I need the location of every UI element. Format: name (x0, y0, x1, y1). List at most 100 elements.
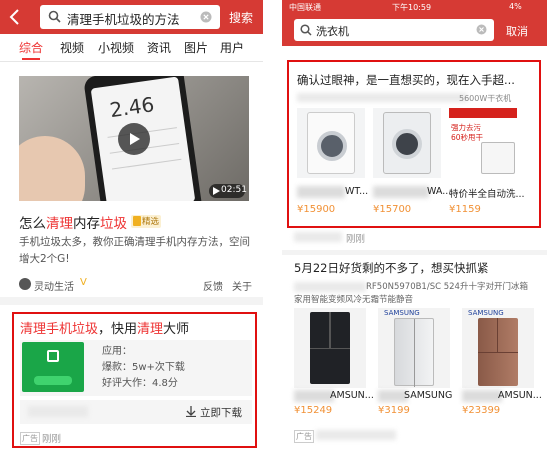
ad-tag: 广告 (20, 432, 40, 445)
product-name-tail: WT... (345, 186, 369, 197)
hot-downloads: 爆款：5w+次下载 (102, 362, 185, 373)
ad-app-panel: 应用： 爆款：5w+次下载 好评大作：4.8分 (20, 340, 252, 396)
tab-video[interactable]: 视频 (60, 39, 84, 56)
card-subtitle-tail: 5600W干衣机 (459, 94, 512, 103)
search-header: 清理手机垃圾的方法 搜索 (0, 0, 263, 34)
duration-badge: 02:51 (209, 184, 247, 198)
fridge-image-1[interactable] (294, 308, 366, 388)
download-button[interactable]: 立即下载 (200, 405, 242, 420)
app-rating: 好评大作：4.8分 (102, 378, 178, 389)
fridge-body (478, 318, 518, 386)
product-name: 特价半全自动洗... (449, 189, 525, 200)
brand-label: SAMSUNG (468, 309, 504, 317)
redacted-text (462, 390, 502, 402)
redacted-text (297, 186, 345, 198)
app-label: 应用： (102, 346, 132, 357)
back-chevron-icon[interactable] (8, 8, 20, 26)
app-thumbnail[interactable] (22, 342, 84, 392)
search-button[interactable]: 搜索 (229, 9, 253, 26)
product-name-tail: SAMSUNG (404, 390, 453, 401)
brand-label: SAMSUNG (384, 309, 420, 317)
search-query-text: 洗衣机 (316, 25, 349, 38)
tab-images[interactable]: 图片 (184, 39, 208, 56)
search-input[interactable]: 清理手机垃圾的方法 (40, 5, 220, 29)
card-title[interactable]: 确认过眼神，是一直想买的，现在入手超... (297, 72, 515, 88)
header: 中国联通 下午10:59 4% 洗衣机 取消 (282, 0, 547, 46)
title-highlight: 清理 (137, 322, 164, 337)
ad-time: 刚刚 (42, 434, 62, 445)
title-segment: 内存 (73, 216, 100, 232)
search-icon (300, 24, 312, 36)
door-seam (414, 319, 415, 387)
tab-bar: 综合 视频 小视频 资讯 图片 用户 (0, 34, 263, 62)
right-phone-screen: 中国联通 下午10:59 4% 洗衣机 取消 确认过眼神，是一直想买的，现在入手… (282, 0, 547, 458)
redacted-text (297, 93, 467, 102)
play-button[interactable] (118, 123, 150, 155)
verified-badge: V (80, 277, 87, 288)
redacted-text (294, 390, 334, 402)
video-thumbnail[interactable]: 2.46 02:51 (19, 76, 249, 201)
left-phone-screen: 清理手机垃圾的方法 搜索 综合 视频 小视频 资讯 图片 用户 2.46 02:… (0, 0, 263, 458)
promo-line: 60秒甩干 (451, 133, 484, 142)
ad-title[interactable]: 清理手机垃圾，快用清理大师 (20, 318, 189, 337)
title-highlight: 垃圾 (100, 216, 127, 232)
section-divider (282, 250, 547, 255)
search-query-text: 清理手机垃圾的方法 (67, 12, 180, 27)
product-image-3[interactable]: 强力去污 60秒甩干 (449, 108, 517, 178)
product-name-tail: AMSUN... (498, 390, 542, 401)
door-seam (329, 312, 331, 348)
product-image-1[interactable] (297, 108, 365, 178)
article-description: 手机垃圾太多，教你正确清理手机内存方法，空间增大2个G! (19, 236, 250, 265)
fridge-image-3[interactable]: SAMSUNG (462, 308, 534, 388)
cancel-button[interactable]: 取消 (506, 23, 528, 39)
redacted-text (316, 430, 396, 440)
broom-icon (47, 350, 59, 362)
title-highlight: 清理手机垃圾 (20, 322, 99, 337)
status-carrier: 中国联通 (289, 3, 321, 12)
redacted-text (294, 232, 342, 242)
tab-news[interactable]: 资讯 (147, 39, 171, 56)
source-name[interactable]: 灵动生活 (34, 278, 74, 293)
source-avatar[interactable] (19, 278, 31, 290)
product-price: ¥3199 (378, 405, 410, 416)
clear-icon[interactable] (476, 24, 487, 35)
article-title[interactable]: 怎么清理内存垃圾 (19, 212, 127, 232)
washer-door (392, 129, 422, 159)
title-segment: ，快用 (98, 322, 138, 337)
play-small-icon (213, 187, 220, 195)
redacted-text (28, 406, 88, 417)
door-seam (497, 318, 498, 352)
door-seam (310, 348, 350, 349)
ad-card-highlight[interactable]: 清理手机垃圾，快用清理大师 应用： 爆款：5w+次下载 好评大作：4.8分 立即… (12, 312, 257, 448)
status-time: 下午10:59 (392, 3, 432, 12)
feedback-link[interactable]: 反馈 (203, 278, 223, 293)
product-card-highlight[interactable]: 确认过眼神，是一直想买的，现在入手超... 5600W干衣机 强力去污 60秒甩… (287, 60, 541, 228)
fridge-image-2[interactable]: SAMSUNG (378, 308, 450, 388)
tab-users[interactable]: 用户 (220, 39, 244, 56)
title-segment: 大师 (163, 322, 190, 337)
download-bar[interactable]: 立即下载 (20, 400, 252, 424)
section-divider (0, 297, 263, 305)
storage-value: 2.46 (108, 92, 156, 123)
product-price: ¥23399 (462, 405, 501, 416)
clear-icon[interactable] (200, 11, 212, 23)
card2-title[interactable]: 5月22日好货剩的不多了，想买快抓紧 (294, 260, 488, 276)
washer-door (317, 131, 347, 161)
tab-short-video[interactable]: 小视频 (98, 39, 134, 56)
play-icon (130, 133, 140, 145)
product-price: ¥15700 (373, 204, 412, 215)
card-time: 刚刚 (346, 234, 366, 245)
fridge-body (310, 312, 350, 384)
search-input[interactable]: 洗衣机 (294, 19, 494, 41)
about-link[interactable]: 关于 (232, 278, 252, 293)
ad-tag: 广告 (294, 430, 314, 443)
product-image-2[interactable] (373, 108, 441, 178)
promo-banner (449, 108, 517, 118)
product-price: ¥15249 (294, 405, 333, 416)
tab-all[interactable]: 综合 (19, 39, 43, 56)
card2-subtitle-box: RF50N5970B1/SC 524升十字对开门冰箱家用智能变频风冷无霜节能静音 (294, 281, 534, 305)
product-name-tail: WA... (427, 186, 452, 197)
redacted-text (373, 186, 429, 198)
active-tab-indicator (22, 58, 40, 60)
product-name-tail: AMSUN... (330, 390, 374, 401)
